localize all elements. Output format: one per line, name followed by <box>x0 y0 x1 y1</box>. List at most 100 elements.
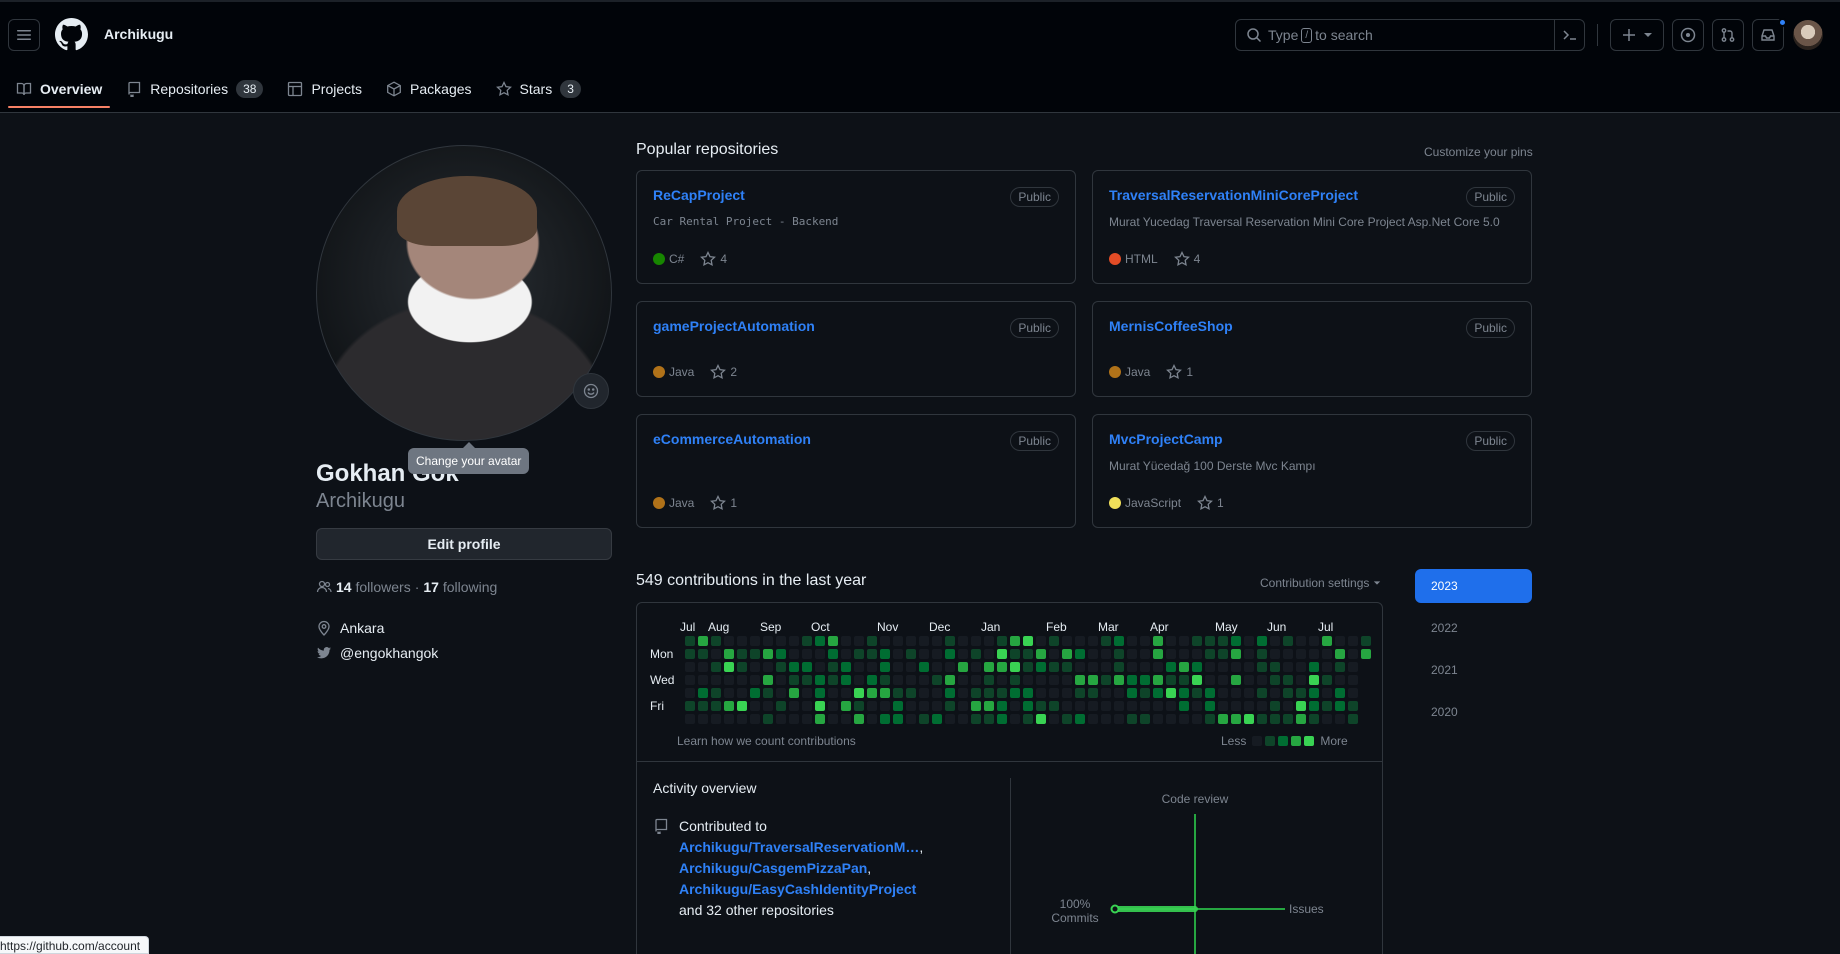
contribution-day[interactable] <box>1335 688 1345 698</box>
contribution-day[interactable] <box>880 636 890 646</box>
contribution-day[interactable] <box>867 688 877 698</box>
contribution-day[interactable] <box>867 662 877 672</box>
contribution-day[interactable] <box>919 675 929 685</box>
contribution-day[interactable] <box>1166 662 1176 672</box>
contribution-day[interactable] <box>828 688 838 698</box>
contribution-day[interactable] <box>880 662 890 672</box>
contribution-day[interactable] <box>1127 675 1137 685</box>
year-2021[interactable]: 2021 <box>1415 653 1532 687</box>
contribution-day[interactable] <box>919 701 929 711</box>
contribution-day[interactable] <box>685 662 695 672</box>
contribution-day[interactable] <box>1010 649 1020 659</box>
contribution-day[interactable] <box>1153 701 1163 711</box>
contribution-day[interactable] <box>698 701 708 711</box>
repo-stargazers-link[interactable]: 2 <box>710 364 737 380</box>
contribution-day[interactable] <box>1153 662 1163 672</box>
contribution-day[interactable] <box>698 662 708 672</box>
contribution-day[interactable] <box>945 636 955 646</box>
contribution-day[interactable] <box>1322 675 1332 685</box>
contribution-day[interactable] <box>1010 701 1020 711</box>
contribution-day[interactable] <box>1192 714 1202 724</box>
tab-projects[interactable]: Projects <box>279 70 370 108</box>
contribution-day[interactable] <box>867 636 877 646</box>
contribution-day[interactable] <box>984 636 994 646</box>
contribution-day[interactable] <box>1296 714 1306 724</box>
contribution-day[interactable] <box>724 649 734 659</box>
profile-twitter[interactable]: @engokhangok <box>316 645 438 661</box>
contribution-day[interactable] <box>1049 688 1059 698</box>
contribution-day[interactable] <box>724 662 734 672</box>
contribution-day[interactable] <box>919 688 929 698</box>
contribution-day[interactable] <box>1322 688 1332 698</box>
contribution-day[interactable] <box>1231 649 1241 659</box>
contribution-day[interactable] <box>997 649 1007 659</box>
contribution-day[interactable] <box>1049 636 1059 646</box>
contribution-day[interactable] <box>1049 701 1059 711</box>
contribution-day[interactable] <box>1335 675 1345 685</box>
contribution-day[interactable] <box>1062 675 1072 685</box>
contribution-day[interactable] <box>1036 714 1046 724</box>
contribution-day[interactable] <box>1244 636 1254 646</box>
contribution-day[interactable] <box>1283 662 1293 672</box>
contribution-day[interactable] <box>880 701 890 711</box>
contribution-day[interactable] <box>841 714 851 724</box>
contribution-day[interactable] <box>1075 701 1085 711</box>
contribution-day[interactable] <box>1140 688 1150 698</box>
contribution-day[interactable] <box>1348 649 1358 659</box>
contribution-day[interactable] <box>802 688 812 698</box>
repo-name-link[interactable]: ReCapProject <box>653 187 745 203</box>
contribution-day[interactable] <box>841 649 851 659</box>
contribution-day[interactable] <box>1322 701 1332 711</box>
contribution-day[interactable] <box>1257 675 1267 685</box>
repo-stargazers-link[interactable]: 1 <box>1197 495 1224 511</box>
contribution-day[interactable] <box>724 714 734 724</box>
learn-contributions-link[interactable]: Learn how we count contributions <box>677 734 856 748</box>
edit-profile-button[interactable]: Edit profile <box>316 528 612 560</box>
command-palette-button[interactable] <box>1554 20 1584 50</box>
contribution-day[interactable] <box>1192 636 1202 646</box>
contribution-day[interactable] <box>1218 675 1228 685</box>
contribution-day[interactable] <box>971 662 981 672</box>
contribution-day[interactable] <box>1023 701 1033 711</box>
contribution-day[interactable] <box>984 701 994 711</box>
contribution-day[interactable] <box>906 636 916 646</box>
following-link[interactable]: 17 following <box>423 579 497 595</box>
contribution-day[interactable] <box>945 688 955 698</box>
contribution-day[interactable] <box>984 688 994 698</box>
contribution-day[interactable] <box>958 649 968 659</box>
contribution-day[interactable] <box>893 701 903 711</box>
contribution-day[interactable] <box>1114 662 1124 672</box>
contribution-day[interactable] <box>1088 649 1098 659</box>
contribution-day[interactable] <box>763 714 773 724</box>
contribution-day[interactable] <box>1205 714 1215 724</box>
contribution-day[interactable] <box>776 649 786 659</box>
user-menu-avatar[interactable] <box>1793 20 1823 50</box>
contribution-day[interactable] <box>1257 688 1267 698</box>
contribution-day[interactable] <box>1192 688 1202 698</box>
contribution-day[interactable] <box>1088 701 1098 711</box>
contribution-day[interactable] <box>1127 688 1137 698</box>
contribution-day[interactable] <box>1179 675 1189 685</box>
year-2020[interactable]: 2020 <box>1415 695 1532 729</box>
contribution-day[interactable] <box>750 688 760 698</box>
contribution-day[interactable] <box>828 636 838 646</box>
contribution-day[interactable] <box>1101 714 1111 724</box>
contribution-day[interactable] <box>1114 701 1124 711</box>
contribution-day[interactable] <box>1283 675 1293 685</box>
contribution-day[interactable] <box>1257 714 1267 724</box>
contribution-day[interactable] <box>1036 662 1046 672</box>
contribution-day[interactable] <box>997 688 1007 698</box>
contribution-day[interactable] <box>854 688 864 698</box>
contribution-day[interactable] <box>1205 688 1215 698</box>
contribution-day[interactable] <box>1036 701 1046 711</box>
contribution-day[interactable] <box>1179 688 1189 698</box>
contribution-day[interactable] <box>1244 701 1254 711</box>
contribution-day[interactable] <box>1309 701 1319 711</box>
contribution-day[interactable] <box>932 701 942 711</box>
contribution-day[interactable] <box>867 714 877 724</box>
contribution-day[interactable] <box>1322 636 1332 646</box>
contribution-day[interactable] <box>1075 688 1085 698</box>
contribution-settings-button[interactable]: Contribution settings <box>1260 576 1381 590</box>
contribution-day[interactable] <box>854 636 864 646</box>
contribution-day[interactable] <box>1049 675 1059 685</box>
